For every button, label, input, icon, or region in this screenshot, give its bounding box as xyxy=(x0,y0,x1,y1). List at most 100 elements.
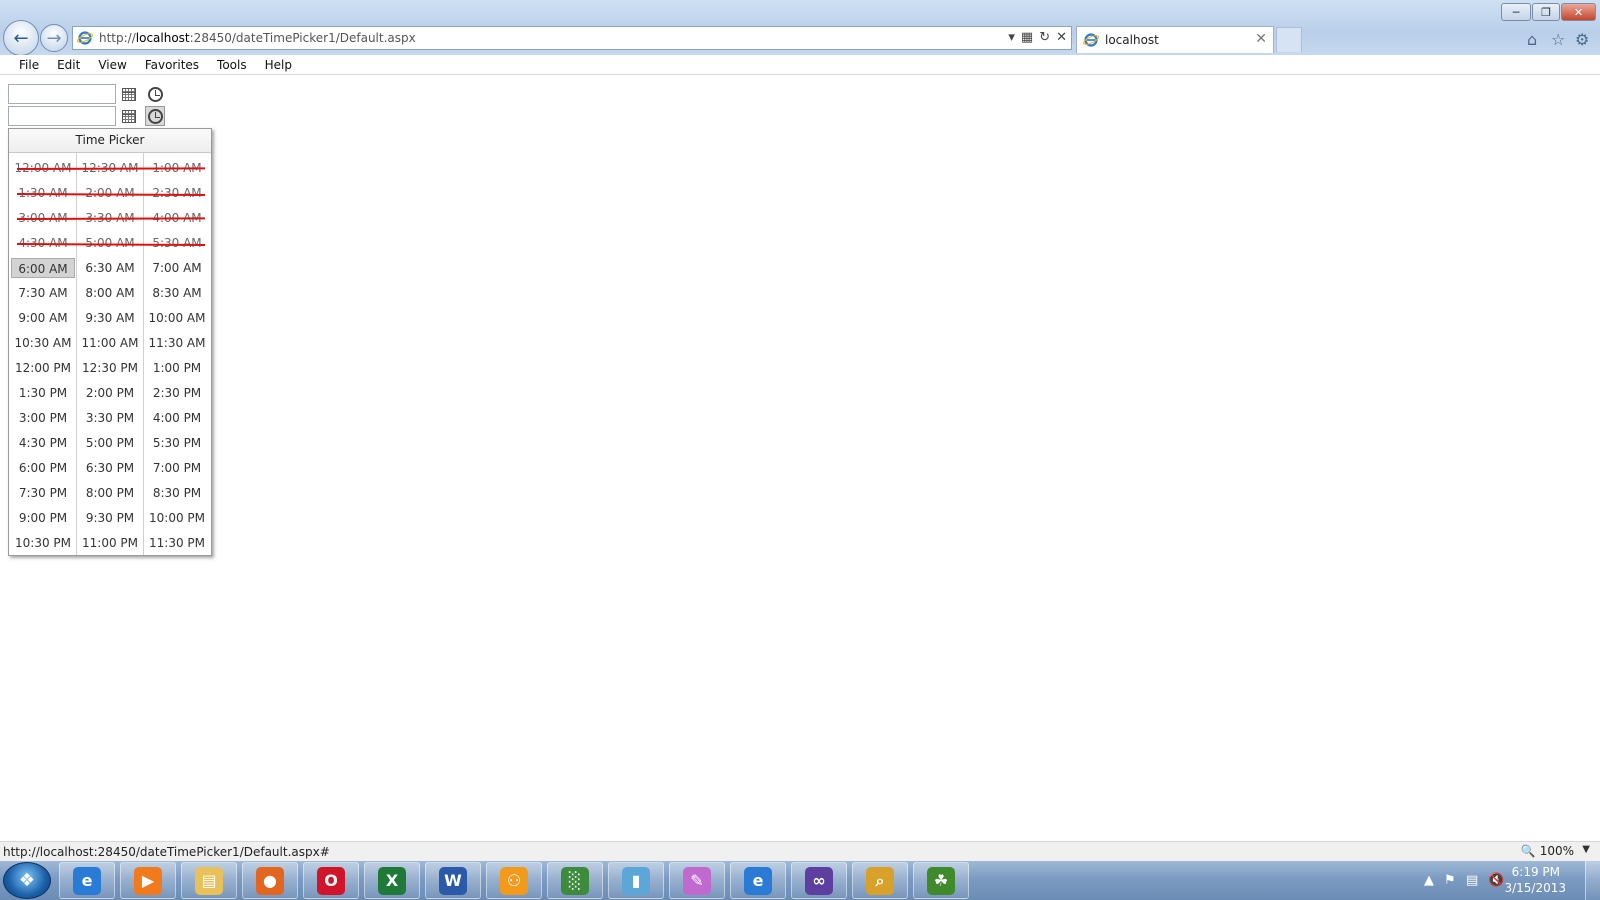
time-option[interactable]: 11:00 AM xyxy=(78,333,142,353)
time-option[interactable]: 1:00 PM xyxy=(145,358,209,378)
time-option[interactable]: 3:00 PM xyxy=(11,408,75,428)
datetime-input-1[interactable] xyxy=(8,84,116,104)
app-orange-icon: ⚇ xyxy=(500,866,528,895)
show-hidden-icons-icon[interactable]: ▲ xyxy=(1424,873,1434,888)
taskbar-chart-app[interactable]: ░ xyxy=(547,862,603,899)
time-option[interactable]: 10:30 PM xyxy=(11,533,75,553)
visual-studio-icon: ∞ xyxy=(805,866,833,895)
time-option[interactable]: 8:00 PM xyxy=(78,483,142,503)
time-option[interactable]: 1:30 PM xyxy=(11,383,75,403)
time-option[interactable]: 8:00 AM xyxy=(78,283,142,303)
calendar-button-2[interactable] xyxy=(120,107,138,125)
time-option[interactable]: 2:30 PM xyxy=(145,383,209,403)
time-option[interactable]: 10:00 AM xyxy=(145,308,209,328)
taskbar-media-player[interactable]: ▶ xyxy=(120,862,176,899)
time-option[interactable]: 10:30 AM xyxy=(11,333,75,353)
time-option[interactable]: 10:00 PM xyxy=(145,508,209,528)
time-option[interactable]: 6:30 PM xyxy=(78,458,142,478)
time-option[interactable]: 7:00 AM xyxy=(145,258,209,278)
start-button[interactable]: ❖ xyxy=(3,862,51,899)
tab-localhost[interactable]: localhost ✕ xyxy=(1076,26,1274,53)
taskbar-visual-studio[interactable]: ∞ xyxy=(791,862,847,899)
time-option[interactable]: 5:30 PM xyxy=(145,433,209,453)
menu-view[interactable]: View xyxy=(89,58,135,72)
time-option[interactable]: 3:30 PM xyxy=(78,408,142,428)
clock-date[interactable]: 3/15/2013 xyxy=(1504,881,1566,895)
time-option[interactable]: 11:30 PM xyxy=(145,533,209,553)
forward-button[interactable]: → xyxy=(40,24,68,52)
time-option[interactable]: 9:00 PM xyxy=(11,508,75,528)
menu-favorites[interactable]: Favorites xyxy=(136,58,208,72)
home-icon[interactable]: ⌂ xyxy=(1527,30,1537,49)
compatibility-view-icon[interactable]: ▦ xyxy=(1021,30,1033,45)
dropdown-arrow-icon[interactable]: ▾ xyxy=(1008,30,1015,45)
time-option[interactable]: 8:30 AM xyxy=(145,283,209,303)
menu-bar: File Edit View Favorites Tools Help xyxy=(0,55,1600,75)
restore-button[interactable]: ❐ xyxy=(1532,3,1560,21)
taskbar-opera[interactable]: O xyxy=(303,862,359,899)
time-option[interactable]: 11:30 AM xyxy=(145,333,209,353)
taskbar-internet-explorer[interactable]: e xyxy=(59,862,115,899)
taskbar-frog-app[interactable]: ☘ xyxy=(913,862,969,899)
show-desktop-button[interactable] xyxy=(1585,861,1600,900)
new-tab-button[interactable] xyxy=(1276,27,1302,52)
internet-explorer-icon: e xyxy=(73,866,101,895)
back-button[interactable]: ← xyxy=(3,20,39,56)
time-button-1[interactable] xyxy=(146,85,164,103)
alarm-clock-icon xyxy=(147,108,163,124)
time-option[interactable]: 7:00 PM xyxy=(145,458,209,478)
time-option[interactable]: 12:30 PM xyxy=(78,358,142,378)
menu-tools[interactable]: Tools xyxy=(208,58,256,72)
calendar-button-1[interactable] xyxy=(120,85,138,103)
time-picker-grid: 12:00 AM12:30 AM1:00 AM1:30 AM2:00 AM2:3… xyxy=(9,153,211,555)
datetime-input-2[interactable] xyxy=(8,106,116,126)
menu-help[interactable]: Help xyxy=(256,58,301,72)
time-option[interactable]: 12:00 PM xyxy=(11,358,75,378)
network-icon[interactable]: ▤ xyxy=(1466,873,1478,888)
menu-file[interactable]: File xyxy=(10,58,48,72)
favorites-star-icon[interactable]: ☆ xyxy=(1551,30,1565,49)
taskbar-app-blue[interactable]: ▮ xyxy=(608,862,664,899)
taskbar-excel[interactable]: X xyxy=(364,862,420,899)
tab-close-icon[interactable]: ✕ xyxy=(1255,31,1267,47)
taskbar-firefox[interactable]: ● xyxy=(242,862,298,899)
calendar-icon xyxy=(122,87,136,101)
time-option[interactable]: 9:00 AM xyxy=(11,308,75,328)
refresh-icon[interactable]: ↻ xyxy=(1039,30,1050,45)
time-option[interactable]: 9:30 AM xyxy=(78,308,142,328)
zoom-level[interactable]: 🔍 100% xyxy=(1521,844,1574,858)
taskbar-paint[interactable]: ✎ xyxy=(669,862,725,899)
time-option[interactable]: 4:00 PM xyxy=(145,408,209,428)
action-center-flag-icon[interactable]: ⚑ xyxy=(1444,873,1456,888)
gear-icon[interactable]: ⚙ xyxy=(1575,30,1589,49)
close-window-button[interactable]: ✕ xyxy=(1561,3,1596,21)
time-option[interactable]: 2:00 PM xyxy=(78,383,142,403)
menu-edit[interactable]: Edit xyxy=(48,58,89,72)
time-option[interactable]: 6:00 AM xyxy=(11,258,75,278)
tab-title: localhost xyxy=(1105,33,1159,47)
time-button-2[interactable] xyxy=(145,106,165,126)
taskbar-app-orange[interactable]: ⚇ xyxy=(486,862,542,899)
time-option[interactable]: 6:00 PM xyxy=(11,458,75,478)
volume-muted-icon[interactable]: 🔇 xyxy=(1488,873,1504,888)
taskbar-search-app[interactable]: ⌕ xyxy=(852,862,908,899)
time-option[interactable]: 4:30 PM xyxy=(11,433,75,453)
time-option[interactable]: 11:00 PM xyxy=(78,533,142,553)
time-option[interactable]: 7:30 AM xyxy=(11,283,75,303)
time-option[interactable]: 7:30 PM xyxy=(11,483,75,503)
zoom-dropdown-icon[interactable]: ▼ xyxy=(1582,844,1590,855)
time-option[interactable]: 6:30 AM xyxy=(78,258,142,278)
minimize-button[interactable]: ─ xyxy=(1501,3,1531,21)
stop-icon[interactable]: ✕ xyxy=(1056,30,1067,45)
time-option[interactable]: 9:30 PM xyxy=(78,508,142,528)
restore-icon: ❐ xyxy=(1541,5,1551,19)
taskbar-file-explorer[interactable]: ▤ xyxy=(181,862,237,899)
address-url[interactable]: http://localhost:28450/dateTimePicker1/D… xyxy=(99,31,416,45)
clock-time[interactable]: 6:19 PM xyxy=(1512,865,1560,879)
taskbar-word[interactable]: W xyxy=(425,862,481,899)
address-bar[interactable]: http://localhost:28450/dateTimePicker1/D… xyxy=(72,26,1072,50)
time-option[interactable]: 5:00 PM xyxy=(78,433,142,453)
time-option[interactable]: 8:30 PM xyxy=(145,483,209,503)
taskbar-internet-explorer[interactable]: e xyxy=(730,862,786,899)
time-picker-popup: Time Picker 12:00 AM12:30 AM1:00 AM1:30 … xyxy=(8,128,212,556)
